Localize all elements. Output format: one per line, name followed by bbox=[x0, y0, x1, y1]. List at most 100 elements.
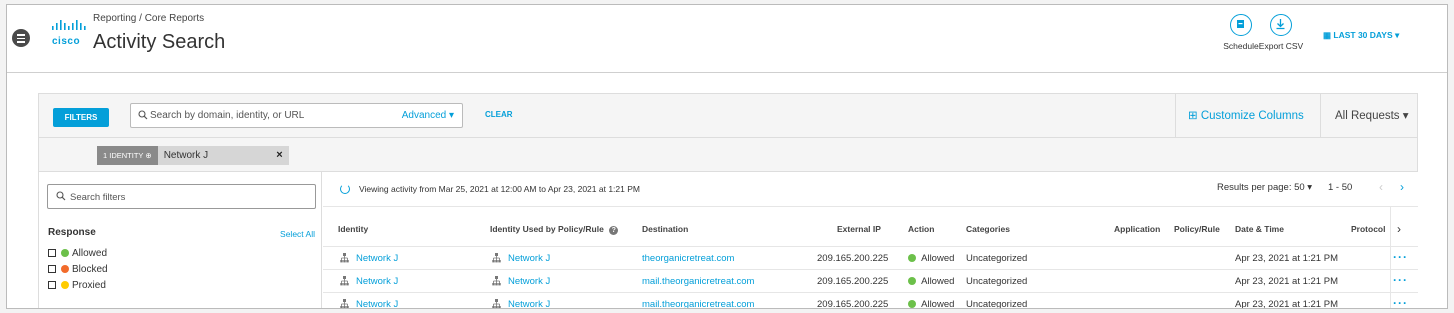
filter-toolbar: FILTERS Advanced ▾ CLEAR ⊞ Customize Col… bbox=[38, 93, 1418, 138]
export-csv-label: Export CSV bbox=[1258, 41, 1304, 51]
refresh-icon[interactable] bbox=[340, 184, 350, 194]
checkbox[interactable] bbox=[48, 281, 56, 289]
viewing-text: Viewing activity from Mar 25, 2021 at 12… bbox=[359, 184, 640, 194]
toolbar-divider bbox=[1175, 94, 1176, 137]
destination-link[interactable]: mail.theorganicretreat.com bbox=[642, 299, 754, 308]
blocked-icon bbox=[61, 265, 69, 273]
action-cell: Allowed bbox=[908, 299, 954, 308]
response-proxied-checkbox[interactable]: Proxied bbox=[48, 279, 106, 291]
col-header-categories[interactable]: Categories bbox=[966, 224, 1010, 234]
destination-link[interactable]: theorganicretreat.com bbox=[642, 253, 734, 264]
action-text: Allowed bbox=[921, 253, 955, 264]
datetime: Apr 23, 2021 at 1:21 PM bbox=[1235, 299, 1338, 309]
network-icon bbox=[492, 253, 501, 263]
chevron-left-icon[interactable]: ‹ bbox=[1379, 180, 1383, 194]
calendar-icon: ▦ bbox=[1323, 30, 1332, 40]
select-all-link[interactable]: Select All bbox=[280, 229, 315, 239]
identity-filter-chip[interactable]: 1 IDENTITY ⊕ Network J × bbox=[97, 146, 289, 165]
pagination-range: 1 - 50 bbox=[1328, 182, 1353, 193]
toolbar-divider bbox=[1320, 94, 1321, 137]
date-range-label: LAST 30 DAYS ▾ bbox=[1333, 30, 1400, 40]
external-ip: 209.165.200.225 bbox=[817, 253, 889, 264]
response-label: Proxied bbox=[72, 279, 106, 291]
identity-link[interactable]: Network J bbox=[356, 276, 398, 287]
search-input[interactable] bbox=[150, 107, 390, 124]
identity-policy-link[interactable]: Network J bbox=[508, 276, 550, 287]
more-options-icon[interactable]: ··· bbox=[1393, 250, 1408, 264]
destination-link[interactable]: mail.theorganicretreat.com bbox=[642, 276, 754, 287]
more-options-icon[interactable]: ··· bbox=[1393, 296, 1408, 308]
clear-button[interactable]: CLEAR bbox=[485, 110, 513, 119]
col-header-identity-policy[interactable]: Identity Used by Policy/Rule ? bbox=[490, 224, 619, 235]
col-header-label: Identity Used by Policy/Rule bbox=[490, 224, 604, 234]
chip-value-text: Network J bbox=[163, 150, 209, 161]
checkbox[interactable] bbox=[48, 265, 56, 273]
category: Uncategorized bbox=[966, 299, 1028, 309]
category: Uncategorized bbox=[966, 276, 1028, 287]
col-header-protocol[interactable]: Protocol bbox=[1351, 224, 1385, 234]
table-row[interactable]: Network J Network J mail.theorganicretre… bbox=[323, 292, 1418, 309]
external-ip: 209.165.200.225 bbox=[817, 299, 889, 309]
network-icon bbox=[492, 299, 501, 308]
col-header-external-ip[interactable]: External IP bbox=[837, 224, 881, 234]
logo-wordmark: cisco bbox=[52, 36, 81, 47]
allowed-check-icon bbox=[908, 254, 916, 262]
col-header-identity[interactable]: Identity bbox=[338, 224, 368, 234]
response-label: Blocked bbox=[72, 263, 108, 275]
date-range-dropdown[interactable]: ▦ LAST 30 DAYS ▾ bbox=[1323, 30, 1399, 41]
col-header-action[interactable]: Action bbox=[908, 224, 934, 234]
all-requests-dropdown[interactable]: All Requests ▾ bbox=[1335, 108, 1409, 122]
app-window: cisco Reporting / Core Reports Activity … bbox=[6, 4, 1448, 309]
menu-icon[interactable] bbox=[12, 29, 30, 47]
breadcrumb[interactable]: Reporting / Core Reports bbox=[93, 13, 204, 24]
close-icon[interactable]: × bbox=[276, 146, 282, 165]
chip-count: 1 IDENTITY ⊕ bbox=[97, 146, 158, 165]
identity-policy-link[interactable]: Network J bbox=[508, 299, 550, 308]
filter-search-box bbox=[47, 184, 316, 209]
filter-panel: Response Select All Allowed Blocked Prox… bbox=[38, 172, 322, 308]
search-box: Advanced ▾ bbox=[130, 103, 463, 128]
col-header-policy-rule[interactable]: Policy/Rule bbox=[1174, 224, 1220, 234]
col-header-destination[interactable]: Destination bbox=[642, 224, 688, 234]
table-row[interactable]: Network J Network J mail.theorganicretre… bbox=[323, 269, 1418, 292]
results-table: Viewing activity from Mar 25, 2021 at 12… bbox=[323, 172, 1418, 309]
external-ip: 209.165.200.225 bbox=[817, 276, 889, 287]
info-icon: ? bbox=[609, 226, 619, 235]
filter-search-input[interactable] bbox=[70, 189, 300, 205]
cisco-bars-icon bbox=[52, 20, 86, 30]
network-icon bbox=[492, 276, 501, 286]
customize-columns-label: Customize Columns bbox=[1200, 110, 1304, 122]
table-row[interactable]: Network J Network J theorganicretreat.co… bbox=[323, 246, 1418, 269]
chevron-right-icon[interactable]: › bbox=[1400, 180, 1404, 194]
export-csv-button[interactable]: Export CSV bbox=[1251, 14, 1311, 51]
response-blocked-checkbox[interactable]: Blocked bbox=[48, 263, 108, 275]
filters-button[interactable]: FILTERS bbox=[53, 108, 109, 127]
allowed-check-icon bbox=[908, 300, 916, 308]
allowed-check-icon bbox=[908, 277, 916, 285]
chip-value: Network J × bbox=[157, 146, 289, 165]
identity-policy-link[interactable]: Network J bbox=[508, 253, 550, 264]
page-header: cisco Reporting / Core Reports Activity … bbox=[7, 5, 1447, 73]
identity-link[interactable]: Network J bbox=[356, 299, 398, 308]
customize-columns-button[interactable]: ⊞ Customize Columns bbox=[1188, 108, 1304, 122]
advanced-dropdown[interactable]: Advanced ▾ bbox=[402, 110, 454, 121]
more-options-icon[interactable]: ··· bbox=[1393, 273, 1408, 287]
response-label: Allowed bbox=[72, 247, 108, 259]
action-cell: Allowed bbox=[908, 276, 954, 287]
network-icon bbox=[340, 253, 349, 263]
schedule-icon bbox=[1230, 14, 1252, 36]
active-filters-row: 1 IDENTITY ⊕ Network J × bbox=[38, 138, 1418, 172]
divider bbox=[323, 206, 1418, 207]
network-icon bbox=[340, 276, 349, 286]
response-heading: Response bbox=[48, 227, 96, 238]
identity-link[interactable]: Network J bbox=[356, 253, 398, 264]
checkbox[interactable] bbox=[48, 249, 56, 257]
category: Uncategorized bbox=[966, 253, 1028, 264]
col-header-datetime[interactable]: Date & Time bbox=[1235, 224, 1284, 234]
col-header-application[interactable]: Application bbox=[1114, 224, 1160, 234]
results-per-page-select[interactable]: Results per page: 50 ▾ bbox=[1217, 182, 1312, 193]
datetime: Apr 23, 2021 at 1:21 PM bbox=[1235, 276, 1338, 287]
response-allowed-checkbox[interactable]: Allowed bbox=[48, 247, 107, 259]
viewing-range: Viewing activity from Mar 25, 2021 at 12… bbox=[340, 184, 640, 194]
chevron-right-icon[interactable]: › bbox=[1397, 222, 1401, 236]
